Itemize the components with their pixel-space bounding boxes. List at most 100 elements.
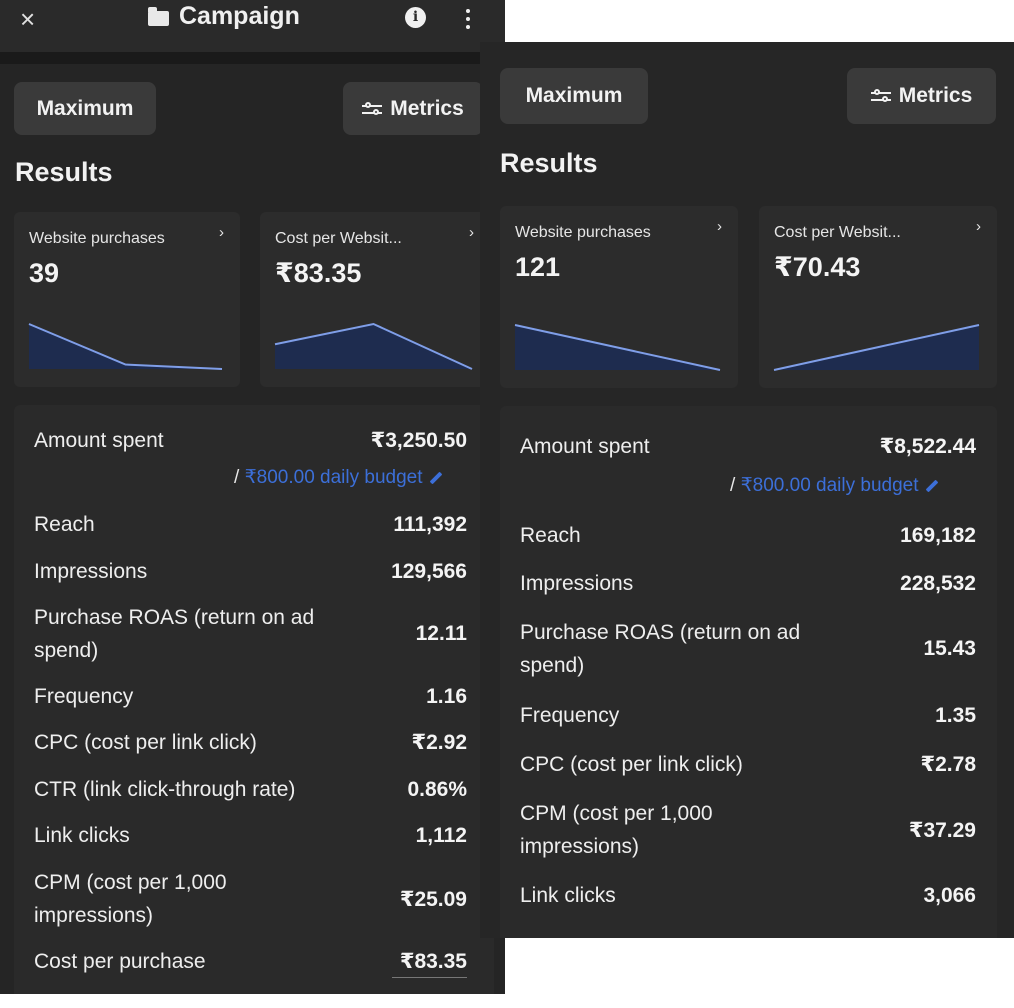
chevron-right-icon: › — [219, 224, 224, 241]
chevron-right-icon: › — [976, 218, 981, 235]
row-value: ₹3,250.50 — [370, 429, 467, 452]
more-options-icon[interactable] — [466, 9, 470, 29]
sliders-icon — [870, 89, 891, 103]
row-label: Impressions — [520, 572, 634, 595]
metric-row: CPC (cost per link click) ₹2.78 — [520, 748, 976, 781]
top-app-bar: × Campaign i — [0, 0, 505, 52]
row-value: 169,182 — [900, 523, 976, 547]
metric-row: CPM (cost per 1,000 impressions) ₹37.29 — [520, 797, 976, 863]
website-purchases-sparkline — [28, 323, 223, 370]
metrics-button-label: Metrics — [390, 96, 464, 120]
row-value: 15.43 — [923, 637, 976, 660]
left-screenshot-panel: × Campaign i Maximum Metrics Results Web… — [0, 0, 505, 994]
row-label: Purchase ROAS (return on ad spend) — [520, 621, 801, 677]
maximum-button[interactable]: Maximum — [500, 68, 648, 124]
daily-budget-text: ₹800.00 daily budget — [244, 467, 423, 488]
maximum-button[interactable]: Maximum — [14, 82, 156, 135]
website-purchases-card[interactable]: Website purchases › 121 — [500, 206, 738, 388]
row-label: CPC (cost per link click) — [34, 731, 257, 754]
metric-row: Reach 111,392 — [34, 508, 467, 541]
pencil-icon[interactable] — [925, 479, 938, 493]
row-value: ₹37.29 — [908, 818, 976, 842]
chevron-right-icon: › — [717, 218, 722, 235]
cost-per-purchase-card[interactable]: Cost per Websit... › ₹83.35 — [260, 212, 490, 387]
metric-row: CPC (cost per link click) ₹2.92 — [34, 726, 467, 759]
sliders-icon — [362, 101, 383, 116]
card-value: 121 — [515, 252, 561, 282]
row-label: Reach — [34, 513, 95, 536]
metrics-button[interactable]: Metrics — [847, 68, 996, 124]
row-value: 0.86% — [407, 777, 467, 801]
maximum-button-label: Maximum — [36, 96, 134, 120]
metric-row: Cost per purchase ₹83.35 — [34, 945, 467, 978]
daily-budget-link[interactable]: / ₹800.00 daily budget — [234, 466, 443, 489]
header-divider — [0, 52, 505, 64]
row-label: Reach — [520, 524, 581, 547]
metric-row: Impressions 228,532 — [520, 567, 976, 600]
results-heading: Results — [500, 148, 598, 178]
right-screenshot-panel: Maximum Metrics Results Website purchase… — [480, 42, 1014, 938]
card-label: Website purchases — [29, 230, 165, 247]
row-value: 111,392 — [393, 512, 467, 536]
cost-per-purchase-sparkline — [773, 324, 980, 371]
metric-row: Reach 169,182 — [520, 519, 976, 552]
row-label: Impressions — [34, 560, 148, 583]
row-value: ₹83.35 — [399, 950, 467, 973]
row-label: Cost per purchase — [34, 950, 206, 973]
row-value: 1.16 — [426, 684, 467, 708]
folder-icon — [148, 7, 169, 26]
value-underline — [392, 977, 467, 978]
card-label: Cost per Websit... — [275, 230, 402, 247]
row-value: ₹25.09 — [399, 887, 467, 911]
amount-spent-row: Amount spent ₹8,522.44 — [520, 430, 976, 463]
amount-spent-row: Amount spent ₹3,250.50 — [34, 424, 467, 457]
row-label: CPC (cost per link click) — [520, 753, 743, 776]
info-icon[interactable]: i — [405, 7, 426, 28]
row-label: CPM (cost per 1,000 impressions) — [520, 802, 713, 858]
row-label: Link clicks — [34, 824, 130, 847]
row-label: CPM (cost per 1,000 impressions) — [34, 871, 227, 927]
row-value: 1.35 — [935, 703, 976, 727]
card-value: 39 — [29, 258, 60, 288]
card-label: Website purchases — [515, 224, 651, 241]
row-value: 129,566 — [391, 559, 467, 583]
row-label: Frequency — [520, 704, 620, 727]
row-label: CTR (link click-through rate) — [34, 778, 296, 801]
daily-budget-text: ₹800.00 daily budget — [740, 475, 919, 496]
metric-row: Link clicks 1,112 — [34, 819, 467, 852]
metric-row: Impressions 129,566 — [34, 555, 467, 588]
close-icon[interactable]: × — [20, 4, 35, 35]
row-value: ₹8,522.44 — [879, 435, 976, 458]
metric-row: Frequency 1.35 — [520, 699, 976, 732]
row-label: Link clicks — [520, 884, 616, 907]
metric-row: Frequency 1.16 — [34, 680, 467, 713]
row-value: 3,066 — [923, 883, 976, 907]
sparkline-area — [275, 324, 472, 369]
website-purchases-card[interactable]: Website purchases › 39 — [14, 212, 240, 387]
title-group: Campaign — [148, 2, 300, 31]
metrics-button-label: Metrics — [898, 84, 973, 107]
results-heading: Results — [15, 157, 113, 187]
cost-per-purchase-sparkline — [274, 322, 473, 370]
metric-row: Purchase ROAS (return on ad spend) 12.11 — [34, 601, 467, 667]
cost-per-purchase-card[interactable]: Cost per Websit... › ₹70.43 — [759, 206, 997, 388]
card-label: Cost per Websit... — [774, 224, 901, 241]
daily-budget-link[interactable]: / ₹800.00 daily budget — [730, 474, 939, 497]
row-value: ₹2.78 — [920, 753, 976, 776]
budget-separator: / — [234, 467, 240, 488]
row-label: Frequency — [34, 685, 134, 708]
row-value: 12.11 — [415, 622, 467, 645]
row-value: ₹2.92 — [411, 731, 467, 754]
metrics-button[interactable]: Metrics — [343, 82, 483, 135]
row-value: 1,112 — [415, 823, 467, 847]
pencil-icon[interactable] — [429, 471, 442, 485]
metric-row: CTR (link click-through rate) 0.86% — [34, 773, 467, 806]
row-value: 228,532 — [900, 571, 976, 595]
sparkline-area — [29, 324, 222, 369]
row-label: Purchase ROAS (return on ad spend) — [34, 606, 315, 662]
card-value: ₹70.43 — [774, 252, 861, 282]
budget-separator: / — [730, 475, 736, 496]
metric-row: Link clicks 3,066 — [520, 879, 976, 912]
card-value: ₹83.35 — [275, 258, 362, 288]
chevron-right-icon: › — [469, 224, 474, 241]
